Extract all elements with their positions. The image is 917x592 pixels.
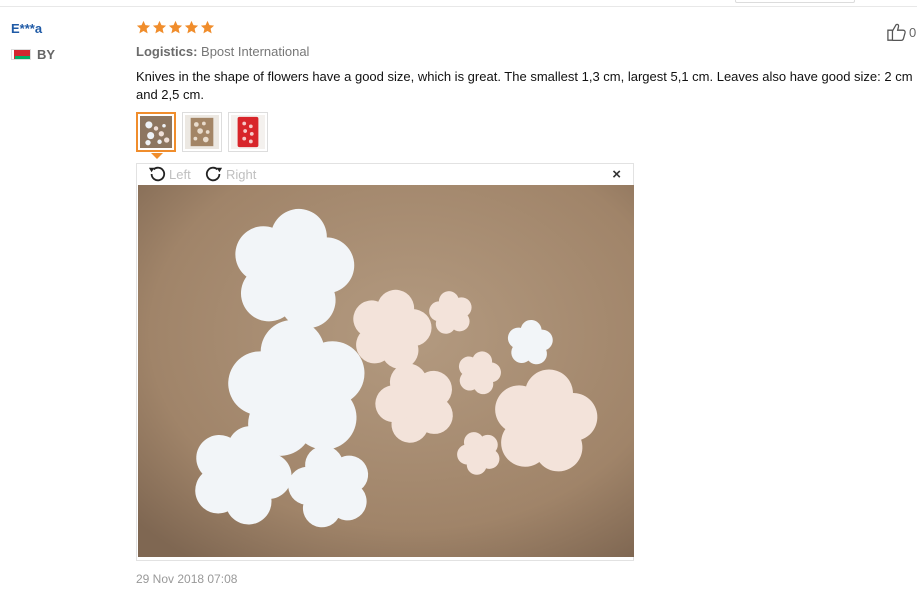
thumbnail-image xyxy=(231,115,265,149)
viewer-toolbar: Left Right × xyxy=(137,164,633,184)
review-text: Knives in the shape of flowers have a go… xyxy=(136,69,913,102)
logistics-info: Logistics: Bpost International xyxy=(136,44,309,59)
rotate-left-icon xyxy=(148,166,166,182)
thumbnail-image xyxy=(185,115,219,149)
thumbnail-photo-2[interactable] xyxy=(182,112,222,152)
thumbnail-photo-3[interactable] xyxy=(228,112,268,152)
rotate-left-label: Left xyxy=(169,166,191,182)
logistics-label: Logistics: xyxy=(136,44,198,59)
thumbs-up-icon xyxy=(887,23,906,41)
flowers-photo-image xyxy=(138,185,634,557)
review-thumbnails xyxy=(136,112,268,152)
review-photo xyxy=(138,185,634,557)
country-code: BY xyxy=(37,47,56,62)
rotate-left-button[interactable]: Left xyxy=(146,165,191,183)
top-divider xyxy=(0,6,917,7)
reviewer-country: BY xyxy=(11,47,55,62)
like-count: 0 xyxy=(909,24,917,40)
star-icon xyxy=(136,20,151,34)
helpful-button[interactable]: 0 xyxy=(886,22,916,42)
star-icon xyxy=(168,20,183,34)
thumbnail-image xyxy=(140,116,172,148)
rotate-right-icon xyxy=(205,166,223,182)
rotate-right-label: Right xyxy=(226,166,257,182)
logistics-value: Bpost International xyxy=(201,44,310,59)
selected-thumbnail-pointer xyxy=(151,153,163,159)
top-control xyxy=(735,0,855,3)
thumbnail-photo-1[interactable] xyxy=(136,112,176,152)
review-date: 29 Nov 2018 07:08 xyxy=(136,572,238,586)
image-viewer: Left Right × xyxy=(136,163,634,561)
star-icon xyxy=(152,20,167,34)
belarus-flag-icon xyxy=(11,49,31,60)
star-rating xyxy=(136,20,215,35)
reviewer-name[interactable]: E***a xyxy=(11,21,42,36)
star-icon xyxy=(200,20,215,34)
star-icon xyxy=(184,20,199,34)
close-viewer-button[interactable]: × xyxy=(612,167,621,183)
rotate-right-button[interactable]: Right xyxy=(203,165,256,183)
